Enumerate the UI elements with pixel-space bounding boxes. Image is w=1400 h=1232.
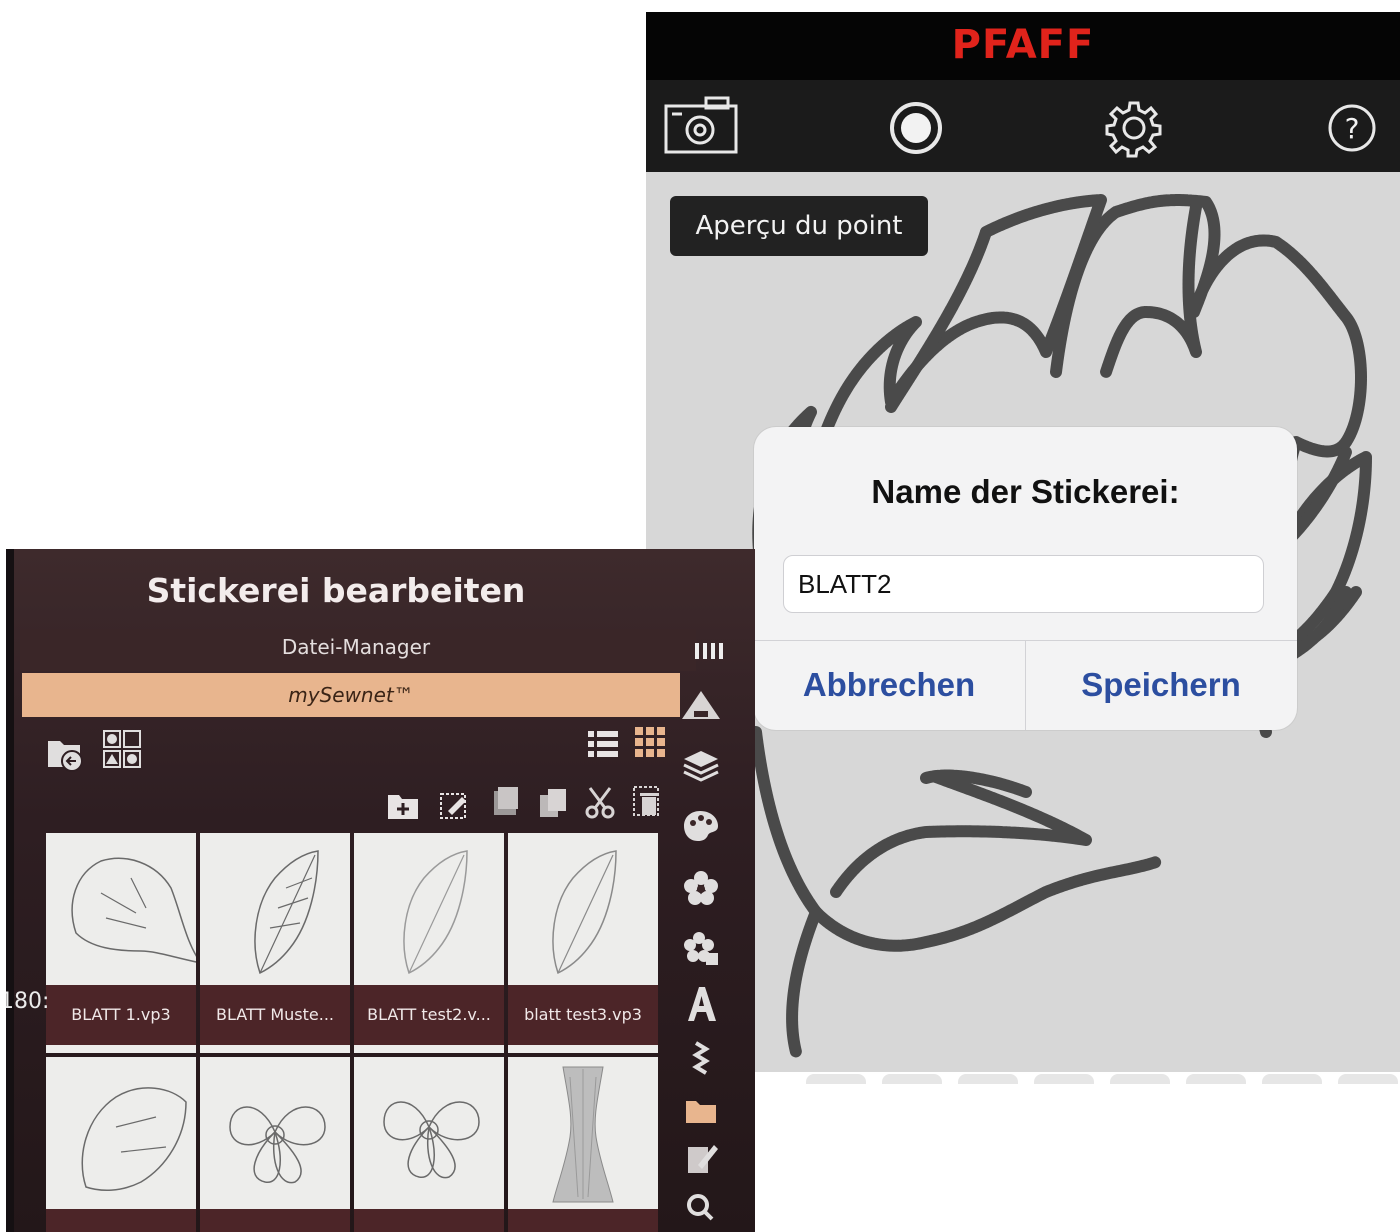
folder-back-icon[interactable] [44, 733, 88, 773]
tab-stub[interactable] [1034, 1074, 1094, 1084]
file-name [46, 1209, 196, 1232]
tab-stub[interactable] [882, 1074, 942, 1084]
file-tile[interactable]: BLUME 2.vp3 [354, 1057, 504, 1232]
leaf-thumbnail [403, 850, 468, 975]
signal-icon [695, 643, 723, 659]
embroidery-name-input[interactable] [783, 555, 1264, 613]
search-icon[interactable] [680, 1189, 722, 1227]
file-name: BLATT 1.vp3 [46, 985, 196, 1045]
bottom-tab-strip [646, 1072, 1400, 1232]
tab-stub[interactable] [806, 1074, 866, 1084]
rename-icon[interactable] [438, 789, 470, 821]
machine-side-toolbar [670, 679, 740, 1232]
tab-stub[interactable] [1338, 1074, 1398, 1084]
flower-icon[interactable] [680, 929, 722, 967]
leaf-thumbnail [254, 850, 319, 975]
hoop-icon[interactable] [680, 689, 722, 727]
palette-icon[interactable] [680, 807, 722, 845]
tab-stub[interactable] [1110, 1074, 1170, 1084]
tab-stub[interactable] [958, 1074, 1018, 1084]
file-tile[interactable]: BLATT test2.v... [354, 833, 504, 1053]
pfaff-app-screen: PFAFF ? Aperçu du point Name der Sticker… [646, 12, 1400, 1232]
help-icon[interactable]: ? [1312, 92, 1392, 160]
flower-thumbnail [229, 1106, 326, 1184]
machine-page-title: Stickerei bearbeiten [146, 571, 526, 610]
file-tile[interactable]: LineArt L_1 N... [508, 1057, 658, 1232]
file-tile[interactable]: BLUME 1.vp3 [200, 1057, 350, 1232]
stitch-preview-label: Aperçu du point [670, 196, 928, 256]
file-name: BLATT test2.v... [354, 985, 504, 1045]
gear-icon[interactable] [1094, 92, 1174, 160]
flower-thumbnail [383, 1101, 480, 1179]
folder-icon[interactable] [680, 1091, 722, 1129]
delete-icon[interactable] [632, 785, 664, 821]
record-icon[interactable] [876, 92, 956, 160]
text-a-icon[interactable] [680, 985, 722, 1023]
file-name: BLUME 2.vp3 [354, 1209, 504, 1232]
zigzag-icon[interactable] [680, 1039, 722, 1077]
cancel-button[interactable]: Abbrechen [754, 641, 1024, 729]
file-name: blatt test3.vp3 [508, 985, 658, 1045]
monstera-leaf-thumbnail [81, 1087, 187, 1192]
new-folder-icon[interactable] [386, 791, 420, 821]
mysewnet-source-tab[interactable]: mySewnet™ [22, 673, 680, 717]
save-button[interactable]: Speichern [1026, 641, 1296, 729]
copy-icon[interactable] [490, 787, 520, 819]
monstera-leaf-thumbnail [71, 857, 196, 963]
brand-logo: PFAFF [951, 22, 1095, 68]
sewing-machine-screen: Stickerei bearbeiten Datei-Manager mySew… [6, 549, 755, 1232]
brand-bar: PFAFF [646, 12, 1400, 80]
leaf-thumbnail [552, 850, 617, 975]
camera-icon[interactable] [662, 92, 742, 160]
dialog-title: Name der Stickerei: [871, 473, 1180, 510]
stitch-pattern-thumbnail [552, 1066, 614, 1203]
file-grid: BLATT 1.vp3 BLATT Muste... BLATT test2.v… [46, 833, 668, 1232]
file-tile[interactable]: BLATT 1.vp3 [46, 833, 196, 1053]
svg-text:?: ? [1345, 112, 1360, 145]
tab-stub[interactable] [1262, 1074, 1322, 1084]
grid-view-icon[interactable] [634, 725, 666, 759]
file-tile[interactable]: blatt test3.vp3 [508, 833, 658, 1053]
side-number: 180: [6, 989, 50, 1014]
paste-icon[interactable] [538, 787, 568, 819]
list-view-icon[interactable] [586, 727, 620, 761]
file-name: LineArt L_1 N... [508, 1209, 658, 1232]
file-tile[interactable] [46, 1057, 196, 1232]
cut-icon[interactable] [584, 785, 616, 819]
file-manager-title: Datei-Manager [281, 635, 431, 659]
app-toolbar: ? [646, 80, 1400, 172]
file-tile[interactable]: BLATT Muste... [200, 833, 350, 1053]
layers-icon[interactable] [680, 747, 722, 785]
save-embroidery-dialog: Name der Stickerei: Abbrechen Speichern [754, 427, 1297, 730]
file-name: BLUME 1.vp3 [200, 1209, 350, 1232]
edit-icon[interactable] [680, 1139, 722, 1177]
flower-icon[interactable] [680, 869, 722, 907]
tab-stub[interactable] [1186, 1074, 1246, 1084]
file-name: BLATT Muste... [200, 985, 350, 1045]
view-shapes-icon[interactable] [102, 729, 142, 769]
